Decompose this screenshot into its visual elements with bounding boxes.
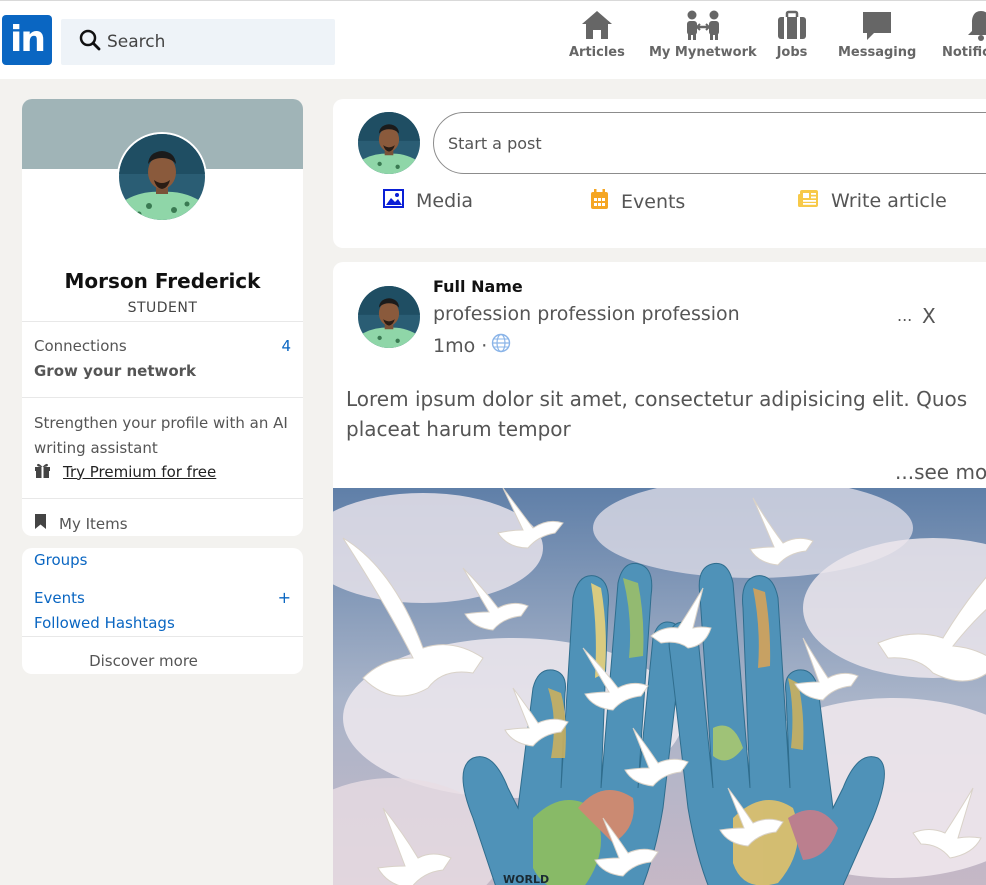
- nav-label: Jobs: [776, 45, 808, 60]
- connections-label[interactable]: Connections: [34, 337, 127, 355]
- nav-label: Articles: [569, 45, 625, 60]
- feed-post: Full Name profession profession professi…: [333, 262, 986, 885]
- gift-icon: [34, 461, 51, 482]
- my-items-link[interactable]: My Items: [34, 513, 128, 534]
- bookmark-icon: [34, 513, 47, 534]
- try-premium-link[interactable]: Try Premium for free: [63, 463, 216, 481]
- post-menu-button[interactable]: ...: [897, 306, 912, 325]
- globe-icon: [491, 333, 511, 358]
- post-body-text: Lorem ipsum dolor sit amet, consectetur …: [346, 387, 968, 441]
- post-author-name[interactable]: Full Name: [433, 277, 523, 296]
- bell-icon: [966, 9, 986, 41]
- linkedin-logo[interactable]: in: [2, 15, 52, 65]
- add-event-button[interactable]: +: [278, 588, 291, 607]
- profile-avatar[interactable]: [117, 132, 207, 222]
- post-image[interactable]: WORLD: [333, 488, 986, 885]
- events-label: Events: [621, 190, 686, 213]
- premium-promo-text: Strengthen your profile with an AI writi…: [34, 414, 288, 457]
- post-close-button[interactable]: X: [922, 304, 936, 328]
- start-post-input[interactable]: Start a post: [433, 112, 986, 174]
- profile-card: Morson Frederick STUDENT Connections 4 G…: [22, 99, 303, 536]
- discover-more-link[interactable]: Discover more: [22, 652, 265, 670]
- events-link[interactable]: Events: [34, 589, 85, 607]
- events-button[interactable]: Events: [590, 189, 685, 214]
- share-box: Start a post Media Events Write article: [333, 99, 986, 248]
- divider: [22, 321, 303, 322]
- user-avatar[interactable]: [358, 112, 420, 174]
- profile-headline: STUDENT: [127, 300, 198, 316]
- nav-jobs[interactable]: Jobs: [776, 9, 808, 60]
- groups-link[interactable]: Groups: [34, 551, 87, 569]
- divider: [22, 636, 303, 637]
- search-bar[interactable]: Search: [61, 19, 335, 65]
- newspaper-icon: [797, 189, 819, 212]
- post-author-headline: profession profession profession: [433, 303, 740, 325]
- home-icon: [580, 9, 614, 41]
- nav-articles[interactable]: Articles: [569, 9, 625, 60]
- nav-mynetwork[interactable]: My Mynetwork: [649, 9, 757, 60]
- image-icon: [383, 189, 404, 212]
- network-icon: [683, 9, 723, 41]
- profile-name[interactable]: Morson Frederick: [22, 269, 303, 293]
- post-image-caption: WORLD: [503, 873, 549, 885]
- search-input[interactable]: Search: [107, 32, 165, 52]
- premium-promo[interactable]: Try Premium for free: [34, 461, 216, 482]
- media-label: Media: [416, 189, 474, 212]
- message-icon: [860, 9, 894, 41]
- write-article-label: Write article: [831, 189, 947, 212]
- divider: [22, 397, 303, 398]
- top-nav-bar: in Search Articles My Mynetwork Jobs Mes…: [0, 0, 986, 79]
- nav-label: Messaging: [838, 45, 917, 60]
- connections-count[interactable]: 4: [281, 337, 291, 355]
- write-article-button[interactable]: Write article: [797, 189, 947, 212]
- briefcase-icon: [776, 9, 808, 41]
- nav-label: Notific: [942, 45, 986, 60]
- post-timestamp: 1mo ·: [433, 333, 511, 358]
- my-items-label: My Items: [59, 514, 128, 533]
- search-icon: [79, 29, 101, 55]
- nav-notifications[interactable]: Notific: [942, 9, 986, 60]
- post-time-text: 1mo ·: [433, 334, 488, 357]
- nav-messaging[interactable]: Messaging: [838, 9, 916, 60]
- post-author-avatar[interactable]: [358, 286, 420, 348]
- start-post-placeholder: Start a post: [448, 133, 542, 153]
- divider: [22, 498, 303, 499]
- see-more-link[interactable]: ...see mo: [895, 460, 986, 484]
- community-card: Groups Events + Followed Hashtags Discov…: [22, 548, 303, 674]
- grow-network-link[interactable]: Grow your network: [34, 362, 196, 380]
- nav-label: My Mynetwork: [649, 45, 757, 60]
- media-button[interactable]: Media: [383, 189, 473, 212]
- followed-hashtags-link[interactable]: Followed Hashtags: [34, 614, 175, 632]
- calendar-icon: [590, 189, 609, 214]
